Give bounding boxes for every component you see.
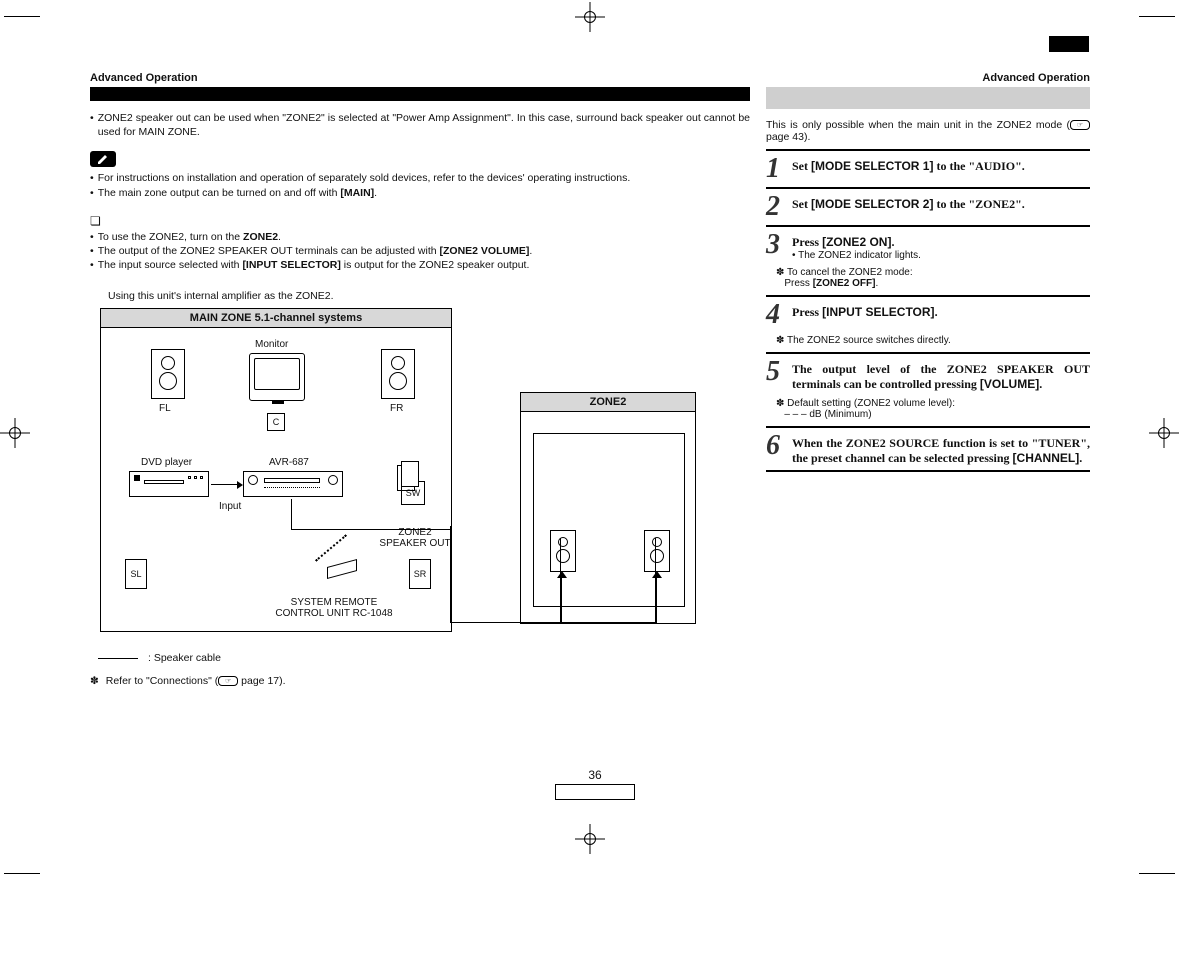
wire bbox=[291, 499, 292, 529]
pencil-note-icon bbox=[90, 151, 116, 167]
step-3-cancel: ✽ To cancel the ZONE2 mode: Press [ZONE2… bbox=[766, 265, 1090, 295]
label-avr: AVR-687 bbox=[269, 457, 309, 468]
note2-text: The main zone output can be turned on an… bbox=[98, 186, 377, 200]
crop-mark bbox=[4, 873, 40, 874]
step-number: 5 bbox=[766, 358, 786, 392]
page-number-frame bbox=[555, 784, 635, 800]
z2-b3: The input source selected with [INPUT SE… bbox=[98, 258, 530, 272]
z2-b1: To use the ZONE2, turn on the ZONE2. bbox=[98, 230, 281, 244]
step-number: 4 bbox=[766, 301, 786, 329]
black-corner-box bbox=[1049, 36, 1089, 52]
legend-text: : Speaker cable bbox=[148, 652, 221, 664]
note-block: For instructions on installation and ope… bbox=[90, 171, 750, 199]
note1-text: For instructions on installation and ope… bbox=[98, 171, 631, 185]
label-fr: FR bbox=[390, 403, 403, 414]
z2-b2: The output of the ZONE2 SPEAKER OUT term… bbox=[98, 244, 533, 258]
zone2-bullets: To use the ZONE2, turn on the ZONE2. The… bbox=[90, 230, 750, 273]
step-number: 1 bbox=[766, 155, 786, 183]
crop-mark bbox=[1139, 16, 1175, 17]
label-zone2-out: ZONE2 SPEAKER OUT bbox=[379, 527, 451, 549]
speaker-sl-icon: SL bbox=[125, 559, 147, 589]
step-5: 5 The output level of the ZONE2 SPEAKER … bbox=[766, 352, 1090, 396]
zone2-room bbox=[533, 433, 685, 607]
diagram-caption: Using this unit's internal amplifier as … bbox=[108, 290, 750, 302]
speaker-c-icon: C bbox=[267, 413, 285, 431]
registration-mark bbox=[0, 418, 30, 448]
arrow-icon bbox=[237, 481, 243, 489]
footnote: ✽ Refer to "Connections" (☞ page 17). bbox=[90, 674, 750, 689]
page-number-box: 36 bbox=[555, 768, 635, 800]
label-dvd: DVD player bbox=[141, 457, 192, 468]
manual-page: Advanced Operation ZONE2 speaker out can… bbox=[90, 72, 1090, 689]
step-6: 6 When the ZONE2 SOURCE function is set … bbox=[766, 426, 1090, 472]
speaker-sr-icon: SR bbox=[409, 559, 431, 589]
connection-diagram: MAIN ZONE 5.1-channel systems Monitor FL… bbox=[100, 308, 710, 634]
wire bbox=[655, 538, 656, 622]
step-4-note: ✽ The ZONE2 source switches directly. bbox=[766, 333, 1090, 352]
remote-icon bbox=[327, 563, 357, 577]
intro-text: ZONE2 speaker out can be used when "ZONE… bbox=[98, 111, 750, 139]
mainzone-box: MAIN ZONE 5.1-channel systems Monitor FL… bbox=[100, 308, 452, 632]
sw-cube-icon bbox=[397, 461, 417, 489]
label-input: Input bbox=[219, 501, 241, 512]
wire bbox=[656, 573, 657, 623]
wire bbox=[291, 529, 451, 530]
step-5-note: ✽ Default setting (ZONE2 volume level): … bbox=[766, 396, 1090, 426]
wire bbox=[560, 622, 561, 623]
header-rule bbox=[90, 87, 750, 101]
legend: : Speaker cable bbox=[98, 652, 750, 664]
step-4: 4 Press [INPUT SELECTOR]. bbox=[766, 295, 1090, 333]
section-header-left: Advanced Operation bbox=[90, 72, 750, 84]
step-3: 3 Press [ZONE2 ON]. • The ZONE2 indicato… bbox=[766, 225, 1090, 265]
registration-mark bbox=[575, 824, 605, 854]
step-2: 2 Set [MODE SELECTOR 2] to the "ZONE2". bbox=[766, 187, 1090, 225]
arrow-up-icon bbox=[652, 571, 662, 578]
left-column: Advanced Operation ZONE2 speaker out can… bbox=[90, 72, 750, 689]
page-ref-icon: ☞ bbox=[218, 676, 238, 686]
grey-header-bar bbox=[766, 87, 1090, 109]
label-monitor: Monitor bbox=[255, 339, 288, 350]
section-header-right: Advanced Operation bbox=[766, 72, 1090, 84]
zone2-box: ZONE2 bbox=[520, 392, 696, 624]
zone2-speaker-l-icon bbox=[550, 530, 576, 572]
wire bbox=[560, 538, 561, 622]
monitor-icon bbox=[249, 353, 305, 401]
label-remote: SYSTEM REMOTE CONTROL UNIT RC-1048 bbox=[259, 597, 409, 619]
registration-mark bbox=[1149, 418, 1179, 448]
page-number: 36 bbox=[555, 768, 635, 782]
speaker-fl-icon bbox=[151, 349, 185, 399]
square-bullet-icon: ❏ bbox=[90, 214, 750, 228]
ir-signal-line bbox=[315, 535, 347, 562]
zone2-title: ZONE2 bbox=[521, 393, 695, 412]
step-number: 2 bbox=[766, 193, 786, 221]
speaker-fr-icon bbox=[381, 349, 415, 399]
avr-receiver-icon bbox=[243, 471, 343, 497]
label-fl: FL bbox=[159, 403, 171, 414]
legend-line-icon bbox=[98, 658, 138, 659]
wire bbox=[450, 622, 656, 623]
wire bbox=[561, 573, 562, 623]
wire bbox=[450, 526, 451, 622]
intro-paragraph: ZONE2 speaker out can be used when "ZONE… bbox=[90, 111, 750, 139]
crop-mark bbox=[1139, 873, 1175, 874]
dvd-player-icon bbox=[129, 471, 209, 497]
registration-mark bbox=[575, 2, 605, 32]
zone2-condition: This is only possible when the main unit… bbox=[766, 119, 1090, 143]
step-1: 1 Set [MODE SELECTOR 1] to the "AUDIO". bbox=[766, 149, 1090, 187]
step-number: 6 bbox=[766, 432, 786, 466]
right-column: Advanced Operation This is only possible… bbox=[766, 72, 1090, 689]
step-number: 3 bbox=[766, 231, 786, 261]
arrow-up-icon bbox=[557, 571, 567, 578]
zone2-speaker-r-icon bbox=[644, 530, 670, 572]
mainzone-title: MAIN ZONE 5.1-channel systems bbox=[101, 309, 451, 328]
page-ref-icon: ☞ bbox=[1070, 120, 1090, 130]
crop-mark bbox=[4, 16, 40, 17]
